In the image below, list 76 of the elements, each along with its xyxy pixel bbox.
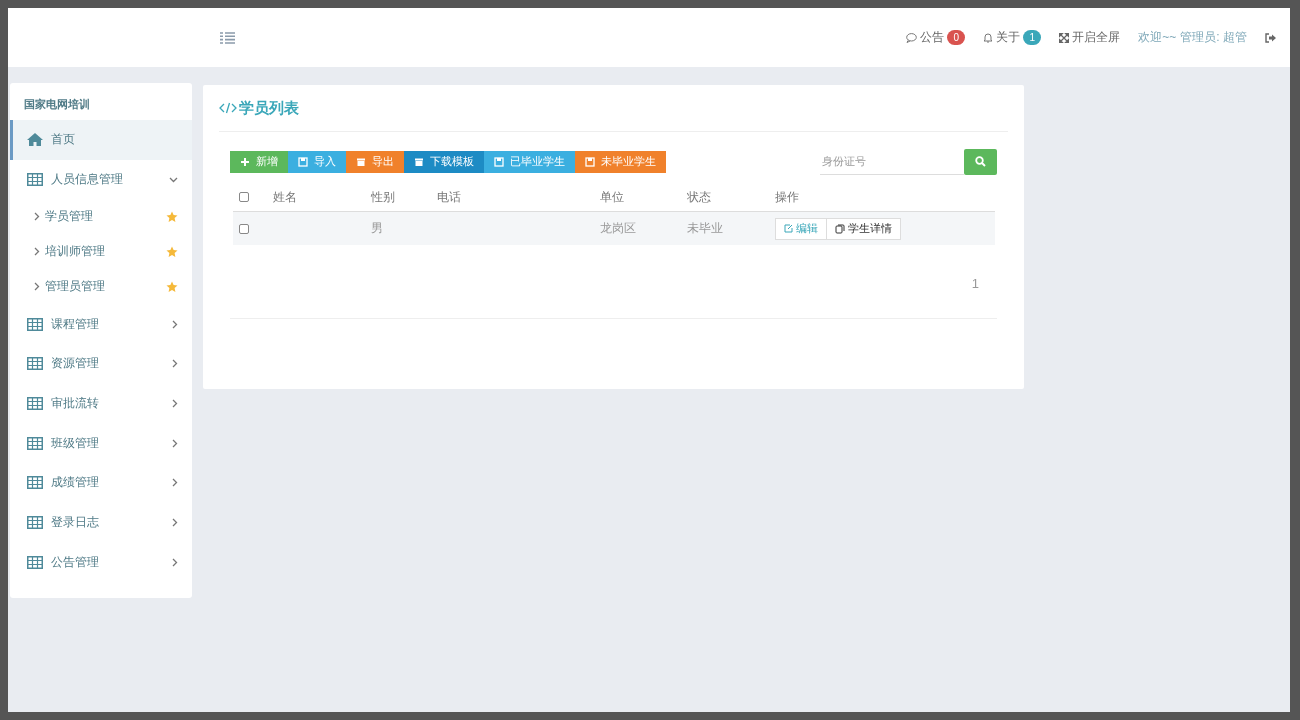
toolbar-button[interactable]: 下载模板 (404, 150, 484, 173)
chevron-right-icon (172, 319, 178, 329)
column-header: 性别 (371, 189, 396, 204)
sidebar-item[interactable]: 人员信息管理 (10, 159, 192, 200)
column-header: 单位 (599, 189, 624, 204)
code-icon (219, 102, 237, 114)
toolbar-button[interactable]: 未毕业学生 (575, 150, 666, 173)
sidebar-item[interactable]: 资源管理 (10, 344, 192, 384)
archive-icon (414, 156, 424, 167)
panel-title: 学员列表 (239, 98, 299, 118)
table-cell: 未毕业 (687, 221, 724, 235)
archive-icon (356, 156, 366, 167)
count-badge: 1 (1023, 30, 1042, 45)
fullscreen-button[interactable]: 开启全屏 (1059, 29, 1121, 46)
chevron-right-icon (34, 282, 40, 292)
save-icon (585, 156, 595, 167)
chevron-right-icon (172, 438, 178, 448)
table-icon (27, 397, 43, 411)
save-icon (298, 156, 308, 167)
row-checkbox[interactable] (239, 223, 249, 234)
user-name: 管理员: 超管 (1180, 29, 1247, 46)
count-badge: 0 (947, 30, 966, 45)
chevron-right-icon (172, 518, 178, 528)
comment-icon (906, 32, 918, 43)
sidebar-subitem[interactable]: 管理员管理 (10, 269, 192, 305)
expand-icon (1059, 32, 1070, 43)
sidebar-item[interactable]: 课程管理 (10, 304, 192, 345)
table-icon (27, 173, 43, 187)
sidebar-item[interactable]: 班级管理 (10, 423, 192, 464)
chevron-down-icon (169, 176, 178, 183)
sidebar-item[interactable]: 成绩管理 (10, 463, 192, 503)
column-header: 操作 (774, 189, 799, 204)
about-link[interactable]: 关于 1 (983, 29, 1042, 46)
search-icon (975, 156, 986, 167)
column-header: 状态 (687, 189, 712, 204)
select-all-checkbox[interactable] (239, 192, 249, 202)
menu-button[interactable] (218, 29, 237, 46)
toolbar-button[interactable]: 导出 (346, 150, 404, 173)
bell-icon (983, 32, 994, 43)
edit-icon (783, 224, 793, 233)
plus-icon (240, 156, 250, 167)
sidebar-subitem[interactable]: 培训师管理 (10, 234, 192, 270)
copy-icon (834, 223, 845, 234)
notice-link[interactable]: 公告 0 (906, 29, 966, 46)
column-header: 电话 (437, 189, 462, 204)
chevron-right-icon (34, 247, 40, 257)
edit-button[interactable]: 编辑 (774, 217, 827, 240)
table-icon (27, 436, 43, 450)
table-icon (27, 357, 43, 371)
table-icon (27, 317, 43, 331)
logout-button[interactable] (1265, 32, 1276, 43)
list-icon (220, 31, 235, 44)
table-cell: 男 (371, 221, 384, 235)
chevron-right-icon (172, 399, 178, 409)
sidebar-item[interactable]: 审批流转 (10, 383, 192, 424)
table-icon (27, 555, 43, 569)
logout-icon (1265, 32, 1276, 43)
sidebar-subitem[interactable]: 学员管理 (10, 199, 192, 235)
welcome-text: 欢迎~~ (1138, 29, 1177, 46)
home-icon (27, 133, 43, 147)
sidebar-item[interactable]: 公告管理 (10, 542, 192, 583)
chevron-right-icon (172, 359, 178, 369)
search-button[interactable] (964, 148, 997, 175)
chevron-right-icon (172, 557, 178, 567)
details-button[interactable]: 学生详情 (826, 217, 901, 240)
table-icon (27, 516, 43, 530)
sidebar-title: 国家电网培训 (23, 97, 91, 112)
chevron-right-icon (34, 212, 40, 222)
sidebar-item[interactable]: 登录日志 (10, 502, 192, 543)
sidebar-item[interactable]: 首页 (10, 120, 192, 160)
chevron-right-icon (172, 478, 178, 488)
save-icon (494, 156, 504, 167)
table-icon (27, 476, 43, 490)
page-link[interactable]: 1 (965, 275, 985, 292)
column-header: 姓名 (273, 189, 298, 204)
table-cell: 龙岗区 (599, 221, 636, 235)
